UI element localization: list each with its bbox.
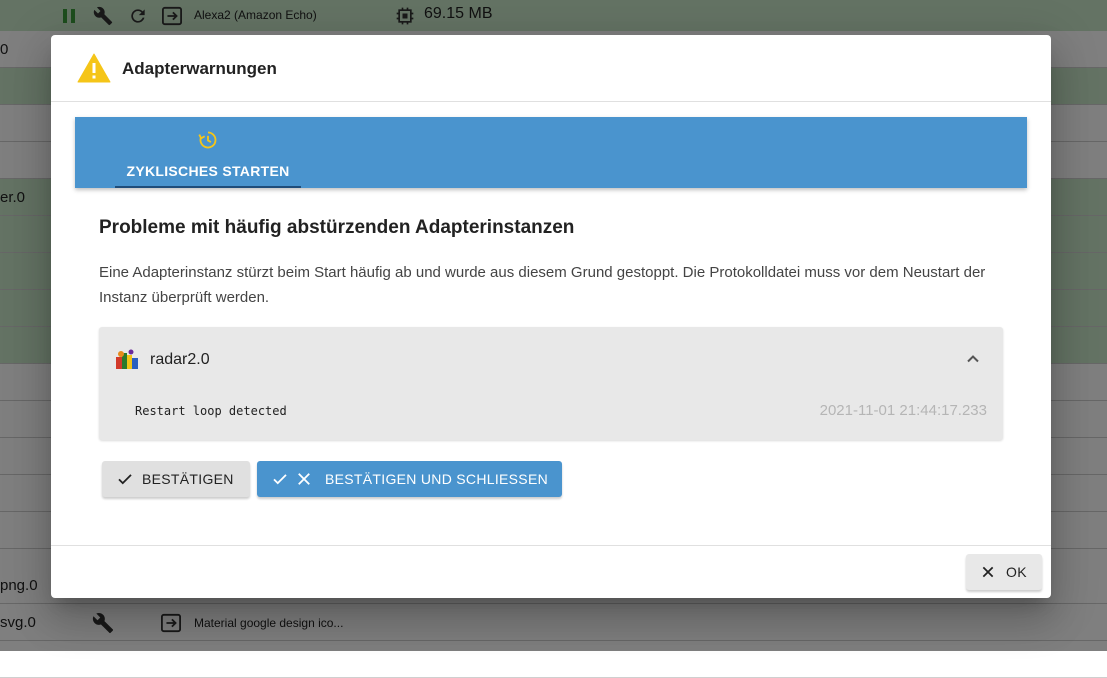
tab-cyclic-restart[interactable]: ZYKLISCHES STARTEN	[115, 117, 301, 188]
adapter-warnings-dialog: Adapterwarnungen ZYKLISCHES STARTEN Prob…	[51, 35, 1051, 598]
instance-name: radar2.0	[150, 351, 210, 368]
ok-button-label: OK	[1006, 564, 1027, 580]
confirm-and-close-button[interactable]: BESTÄTIGEN UND SCHLIESSEN	[257, 461, 562, 497]
tab-label: ZYKLISCHES STARTEN	[126, 163, 290, 179]
dialog-footer: OK	[51, 545, 1051, 599]
confirm-and-close-label: BESTÄTIGEN UND SCHLIESSEN	[325, 471, 548, 487]
dialog-title: Adapterwarnungen	[122, 59, 277, 78]
instance-timestamp: 2021-11-01 21:44:17.233	[819, 402, 987, 419]
section-title: Probleme mit häufig abstürzenden Adapter…	[99, 217, 575, 238]
close-icon	[298, 473, 310, 485]
dialog-header: Adapterwarnungen	[51, 35, 1051, 102]
confirm-button[interactable]: BESTÄTIGEN	[102, 461, 250, 497]
section-description: Eine Adapterinstanz stürzt beim Start hä…	[99, 264, 986, 306]
ok-button[interactable]: OK	[966, 554, 1042, 590]
confirm-button-label: BESTÄTIGEN	[142, 471, 234, 487]
warning-icon	[77, 53, 111, 83]
instance-accordion[interactable]: radar2.0 Restart loop detected 2021-11-0…	[99, 327, 1003, 440]
tab-indicator	[115, 186, 301, 188]
tab-bar: ZYKLISCHES STARTEN	[75, 117, 1027, 188]
chevron-up-icon[interactable]	[963, 349, 983, 369]
radar-adapter-icon	[115, 349, 139, 371]
check-icon	[273, 474, 287, 485]
instance-message: Restart loop detected	[135, 404, 287, 418]
check-icon	[118, 474, 132, 485]
close-icon	[982, 566, 994, 578]
restart-clock-icon	[198, 130, 218, 150]
